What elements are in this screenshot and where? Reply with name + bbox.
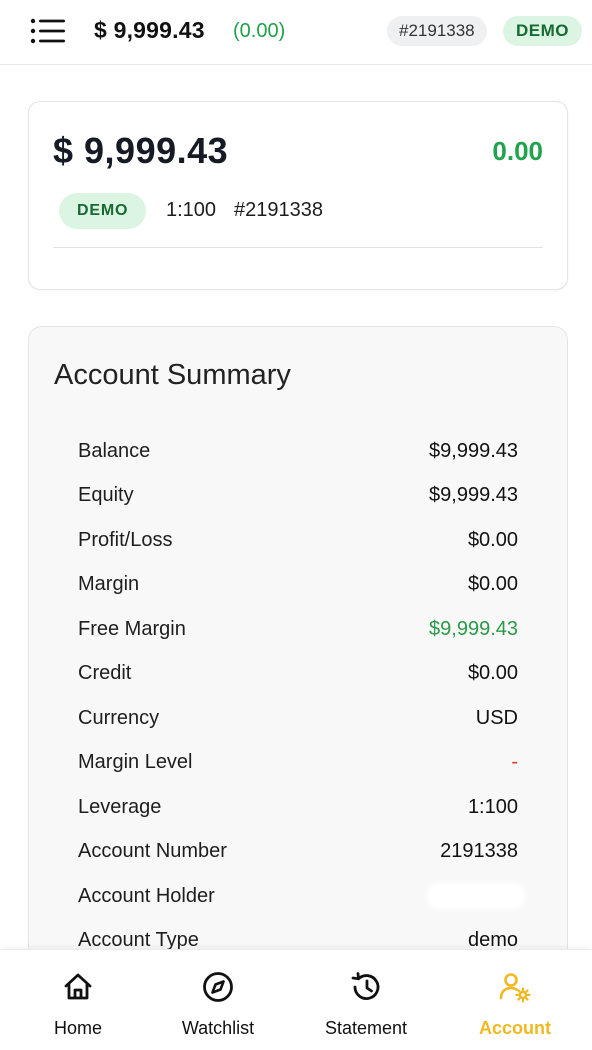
- row-value: $0.00: [467, 528, 518, 551]
- summary-row-leverage: Leverage 1:100: [78, 785, 518, 830]
- summary-row-credit: Credit $0.00: [78, 652, 518, 697]
- account-summary-card: Account Summary Balance $9,999.43 Equity…: [28, 326, 568, 1026]
- card-demo-badge: DEMO: [59, 193, 147, 229]
- nav-label: Watchlist: [181, 1018, 255, 1038]
- nav-item-account[interactable]: Account: [470, 950, 560, 1050]
- bottom-nav: Home Watchlist Statement Account: [0, 949, 592, 1050]
- row-label: Free Margin: [78, 617, 186, 640]
- account-number-badge[interactable]: #2191338: [387, 16, 487, 46]
- nav-label: Statement: [324, 1018, 408, 1038]
- menu-icon[interactable]: [30, 16, 66, 46]
- summary-row-account-number: Account Number 2191338: [78, 830, 518, 875]
- summary-row-margin: Margin $0.00: [78, 563, 518, 608]
- row-value: $9,999.43: [429, 484, 518, 507]
- summary-row-balance: Balance $9,999.43: [78, 429, 518, 474]
- summary-title: Account Summary: [54, 359, 291, 391]
- nav-label: Home: [53, 1018, 102, 1038]
- row-value: 2191338: [440, 840, 518, 863]
- nav-item-watchlist[interactable]: Watchlist: [170, 950, 266, 1050]
- summary-row-currency: Currency USD: [78, 696, 518, 741]
- card-balance: $ 9,999.43: [53, 130, 229, 171]
- summary-row-equity: Equity $9,999.43: [78, 474, 518, 519]
- summary-list: Balance $9,999.43 Equity $9,999.43 Profi…: [78, 429, 526, 963]
- row-label: Equity: [78, 484, 134, 507]
- summary-row-profit-loss: Profit/Loss $0.00: [78, 518, 518, 563]
- user-settings-icon: [499, 973, 531, 1003]
- row-label: Account Number: [78, 840, 227, 863]
- card-leverage: 1:100: [166, 199, 217, 221]
- row-label: Account Holder: [78, 884, 215, 907]
- top-bar: $ 9,999.43 (0.00) #2191338 DEMO: [0, 0, 592, 65]
- row-value: USD: [475, 706, 518, 729]
- row-value: $9,999.43: [429, 439, 518, 462]
- row-label: Margin: [78, 573, 140, 596]
- divider: [53, 247, 543, 248]
- nav-item-statement[interactable]: Statement: [314, 950, 418, 1050]
- summary-row-margin-level: Margin Level -: [78, 741, 518, 786]
- compass-icon: [203, 972, 233, 1002]
- row-label: Leverage: [78, 795, 162, 818]
- history-icon: [351, 972, 380, 1000]
- summary-row-account-holder: Account Holder: [78, 874, 526, 919]
- demo-badge: DEMO: [503, 16, 582, 46]
- row-value: $0.00: [467, 662, 518, 685]
- row-label: Margin Level: [78, 751, 193, 774]
- header-change: (0.00): [233, 20, 286, 42]
- card-account-number: #2191338: [234, 199, 323, 221]
- card-change: 0.00: [492, 136, 543, 166]
- row-label: Profit/Loss: [78, 528, 173, 551]
- balance-card: $ 9,999.43 0.00 DEMO 1:100 #2191338: [28, 101, 568, 290]
- row-label: Balance: [78, 439, 151, 462]
- row-value: 1:100: [467, 795, 518, 818]
- row-value: $9,999.43: [429, 617, 518, 640]
- row-value: $0.00: [467, 573, 518, 596]
- header-balance: $ 9,999.43: [94, 17, 205, 43]
- redacted-value: [426, 883, 526, 910]
- summary-row-free-margin: Free Margin $9,999.43: [78, 607, 518, 652]
- row-label: Currency: [78, 706, 160, 729]
- nav-item-home[interactable]: Home: [40, 950, 116, 1050]
- row-label: Credit: [78, 662, 132, 685]
- nav-label: Account: [479, 1018, 551, 1038]
- home-icon: [64, 973, 92, 1000]
- row-value: -: [511, 751, 518, 774]
